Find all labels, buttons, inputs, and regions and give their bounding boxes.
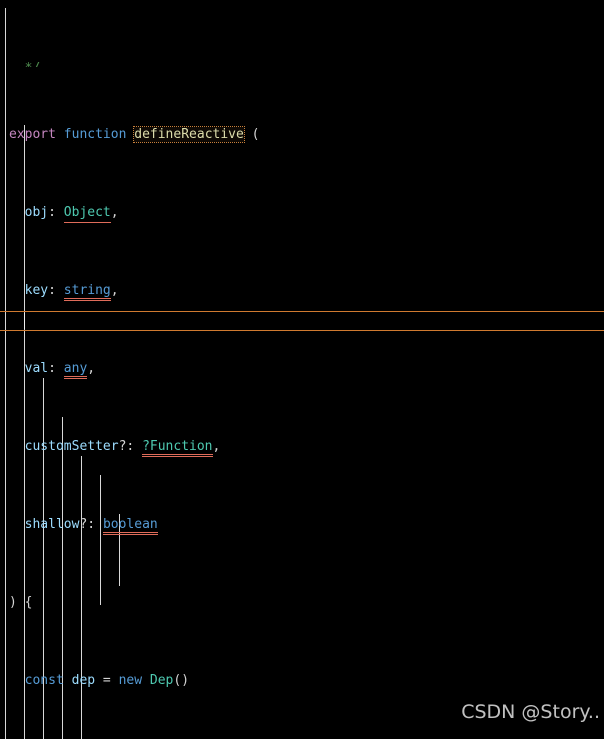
error-token-any: any xyxy=(63,361,88,376)
code-editor[interactable]: */ export function defineReactive ( obj:… xyxy=(0,0,604,739)
highlighted-word-defineReactive[interactable]: defineReactive xyxy=(133,126,245,143)
error-token-Object: Object xyxy=(63,205,111,220)
code-line[interactable]: key: string, xyxy=(0,281,604,301)
code-line[interactable]: customSetter?: ?Function, xyxy=(0,437,604,457)
code-line[interactable]: obj: Object, xyxy=(0,203,604,223)
code-line[interactable]: */ xyxy=(0,59,604,67)
code-token-comment-end: */ xyxy=(9,61,41,67)
code-line[interactable]: val: any, xyxy=(0,359,604,379)
code-line[interactable]: shallow?: boolean xyxy=(0,515,604,535)
code-token: export xyxy=(9,127,56,142)
code-token: function xyxy=(63,127,127,142)
code-line[interactable]: const dep = new Dep() xyxy=(0,671,604,691)
code-line[interactable]: export function defineReactive ( xyxy=(0,125,604,145)
code-content[interactable]: */ export function defineReactive ( obj:… xyxy=(0,0,604,739)
text-caret xyxy=(24,313,25,329)
error-token-Function: ?Function xyxy=(142,439,213,454)
error-token-boolean: boolean xyxy=(102,517,158,532)
code-line[interactable]: ) { xyxy=(0,593,604,613)
error-token-string: string xyxy=(63,283,111,298)
